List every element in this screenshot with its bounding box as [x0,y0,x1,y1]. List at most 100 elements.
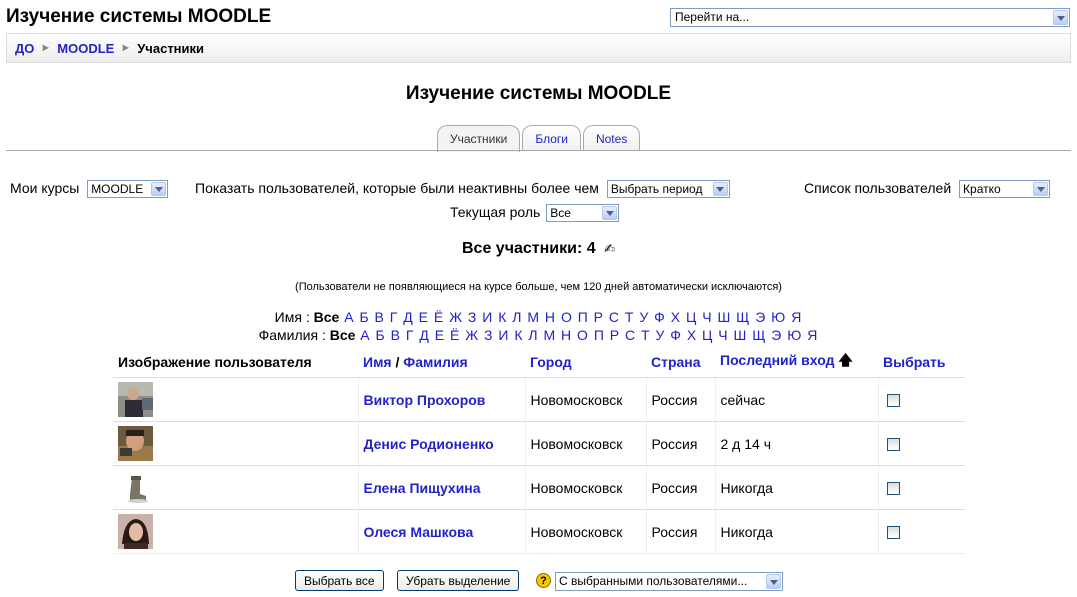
last-name-letter-link[interactable]: И [498,327,508,343]
first-name-letter-link[interactable]: Л [512,309,521,325]
last-name-letter-link[interactable]: Щ [752,327,765,343]
pencil-icon[interactable]: ✍ [604,241,615,256]
first-name-letter-link[interactable]: З [468,309,476,325]
user-select-checkbox[interactable] [886,438,900,452]
first-name-letter-link[interactable]: О [561,309,572,325]
chevron-down-icon[interactable] [1053,10,1068,25]
last-name-letter-link[interactable]: П [594,327,604,343]
first-name-letter-link[interactable]: У [639,309,648,325]
first-name-letter-link[interactable]: Ф [654,309,665,325]
role-select[interactable]: Все [546,204,620,223]
last-name-letter-link[interactable]: Д [419,327,428,343]
sort-lastaccess-link[interactable]: Последний вход [720,352,834,368]
col-picture: Изображение пользователя [118,354,312,370]
participants-count-heading: Все участники: 4 ✍ [0,240,1077,258]
deselect-all-button[interactable]: Убрать выделение [397,570,520,591]
first-name-letter-link[interactable]: И [482,309,492,325]
last-name-letter-link[interactable]: З [484,327,492,343]
first-name-letter-link[interactable]: Д [403,309,412,325]
last-name-letter-link[interactable]: Г [406,327,414,343]
select-all-button[interactable]: Выбрать все [295,570,384,591]
first-name-letter-link[interactable]: Я [791,309,801,325]
jump-to-select[interactable]: Перейти на... [670,8,1070,27]
user-profile-link[interactable]: Виктор Прохоров [364,392,486,408]
last-name-letter-link[interactable]: Ф [670,327,681,343]
user-avatar-icon[interactable] [118,382,153,417]
inactive-period-select[interactable]: Выбрать период [606,180,730,199]
user-profile-link[interactable]: Елена Пищухина [364,480,481,496]
first-name-letter-link[interactable]: Ю [771,309,785,325]
last-name-letter-link[interactable]: Ж [465,327,478,343]
last-name-letter-link[interactable]: А [360,327,369,343]
help-icon[interactable]: ? [536,573,551,588]
user-avatar-icon[interactable] [118,426,153,461]
select-header-link[interactable]: Выбрать [883,354,946,370]
last-name-letter-link[interactable]: Х [687,327,696,343]
my-courses-label: Мои курсы [10,180,80,196]
first-name-letter-link[interactable]: В [375,309,384,325]
sort-last-name-link[interactable]: Фамилия [403,354,467,370]
user-select-cell [877,377,965,422]
first-name-letter-link[interactable]: А [344,309,353,325]
first-name-letter-link[interactable]: Р [594,309,603,325]
user-select-checkbox[interactable] [886,482,900,496]
user-avatar-icon[interactable] [118,470,153,505]
last-name-letter-link[interactable]: У [655,327,664,343]
last-name-letter-link[interactable]: Я [807,327,817,343]
last-name-letter-link[interactable]: Т [641,327,650,343]
sort-country-link[interactable]: Страна [651,354,701,370]
first-name-letter-link[interactable]: Н [545,309,555,325]
first-name-letter-link[interactable]: Ё [434,309,443,325]
tab-blogs[interactable]: Блоги [522,125,581,151]
first-name-letter-link[interactable]: С [609,309,619,325]
last-name-letter-link[interactable]: Б [376,327,385,343]
last-name-letter-link[interactable]: В [391,327,400,343]
last-name-letter-link[interactable]: К [514,327,522,343]
tab-notes[interactable]: Notes [582,125,641,151]
list-mode-select[interactable]: Кратко [959,180,1051,199]
sort-city-link[interactable]: Город [530,354,572,370]
first-name-letter-link[interactable]: П [578,309,588,325]
first-name-letter-link[interactable]: Х [671,309,680,325]
last-name-letter-link[interactable]: О [577,327,588,343]
last-name-letter-link[interactable]: Н [561,327,571,343]
last-name-letter-link[interactable]: Ч [718,327,727,343]
breadcrumb-home-link[interactable]: ДО [15,41,34,56]
breadcrumb-separator-icon: ► [120,42,132,54]
tab-participants[interactable]: Участники [437,125,521,152]
user-profile-link[interactable]: Денис Родионенко [364,436,494,452]
user-select-checkbox[interactable] [886,394,900,408]
my-courses-select[interactable]: MOODLE [87,180,169,199]
first-name-letter-link[interactable]: Ш [717,309,730,325]
user-profile-link[interactable]: Олеся Машкова [364,524,474,540]
last-name-letter-link[interactable]: Ю [787,327,801,343]
first-name-letter-link[interactable]: Ц [686,309,696,325]
col-lastaccess: Последний вход 🡅 [715,347,878,378]
first-name-letter-link[interactable]: Е [419,309,428,325]
last-name-letter-link[interactable]: Э [771,327,781,343]
user-avatar-icon[interactable] [118,514,153,549]
user-select-checkbox[interactable] [886,526,900,540]
last-name-letter-link[interactable]: Ш [734,327,747,343]
sort-first-name-link[interactable]: Имя [363,354,392,370]
user-city: Новомосковск [524,377,646,422]
first-name-letter-link[interactable]: Ж [449,309,462,325]
last-name-letter-link[interactable]: С [625,327,635,343]
with-selected-select[interactable]: С выбранными пользователями... [555,572,783,591]
first-name-letter-link[interactable]: Э [755,309,765,325]
last-name-letter-link[interactable]: Р [610,327,619,343]
first-name-letter-link[interactable]: Г [390,309,398,325]
first-name-letter-link[interactable]: Щ [736,309,749,325]
first-name-letter-link[interactable]: Т [625,309,634,325]
user-select-cell [877,421,965,466]
first-name-letter-link[interactable]: К [498,309,506,325]
last-name-letter-link[interactable]: Ц [702,327,712,343]
last-name-letter-link[interactable]: Ё [450,327,459,343]
first-name-letter-link[interactable]: Б [359,309,368,325]
last-name-letter-link[interactable]: М [543,327,555,343]
last-name-letter-link[interactable]: Л [528,327,537,343]
first-name-letter-link[interactable]: М [527,309,539,325]
last-name-letter-link[interactable]: Е [435,327,444,343]
first-name-letter-link[interactable]: Ч [702,309,711,325]
breadcrumb-course-link[interactable]: MOODLE [57,41,114,56]
